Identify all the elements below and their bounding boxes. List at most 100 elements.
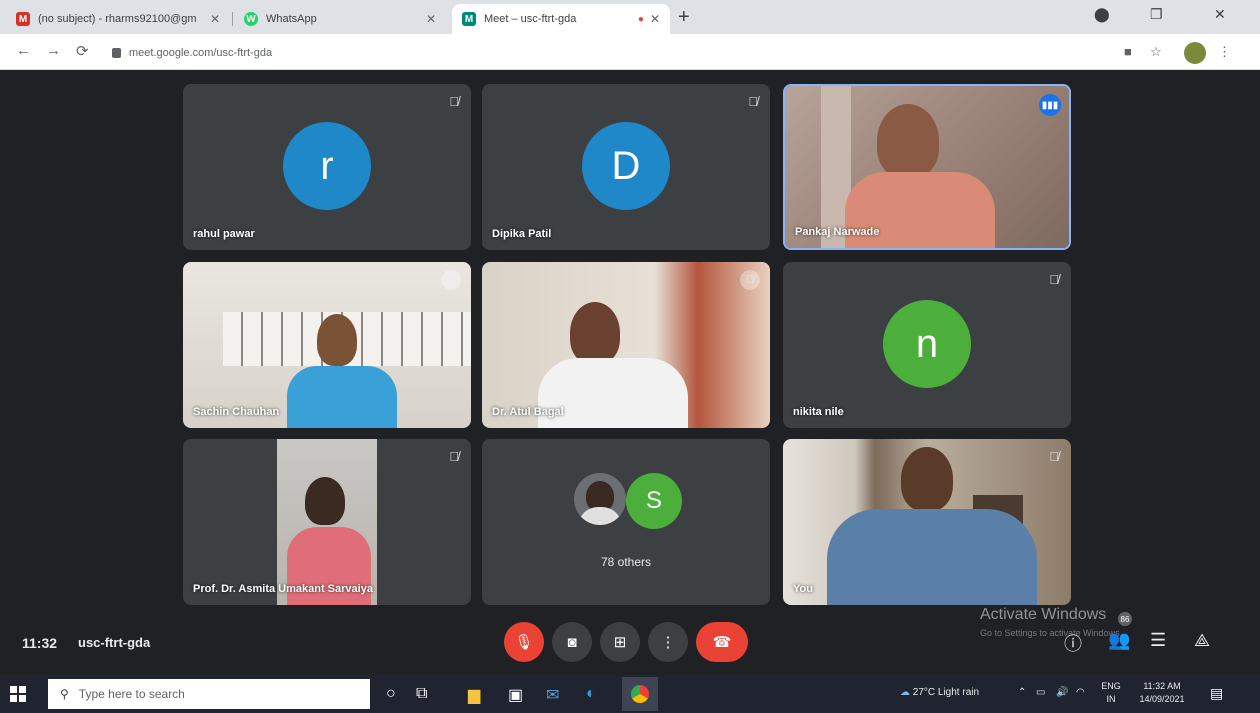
tab-meet[interactable]: M Meet – usc-ftrt-gda ● ✕ bbox=[452, 4, 670, 34]
people-icon[interactable]: 👥 bbox=[1108, 630, 1130, 651]
cortana-icon[interactable]: ○ bbox=[386, 685, 396, 703]
mic-off-icon: 🎙 bbox=[514, 634, 534, 651]
participant-tile[interactable]: 🎙̸ Sachin Chauhan bbox=[183, 262, 471, 428]
chrome-taskbar-button[interactable] bbox=[622, 677, 658, 711]
participant-name: nikita nile bbox=[793, 406, 844, 418]
mic-muted-icon: 🎙̸ bbox=[1049, 272, 1059, 287]
mic-muted-icon: 🎙̸ bbox=[1049, 449, 1059, 464]
file-explorer-icon[interactable]: ▆ bbox=[468, 685, 480, 705]
reload-icon[interactable]: ⟳ bbox=[76, 42, 89, 60]
chrome-icon bbox=[631, 685, 649, 703]
chat-icon[interactable]: ☰ bbox=[1150, 630, 1166, 651]
volume-icon[interactable]: 🔊 bbox=[1056, 687, 1068, 698]
end-call-button[interactable]: ☎ bbox=[696, 622, 748, 662]
participant-tile[interactable]: 🎙̸ Prof. Dr. Asmita Umakant Sarvaiya bbox=[183, 439, 471, 605]
recording-dot-icon: ● bbox=[637, 13, 644, 25]
browser-tab-bar: M (no subject) - rharms92100@gm ✕ W What… bbox=[0, 0, 1260, 34]
tray-chevron-icon[interactable]: ⌃ bbox=[1018, 687, 1026, 698]
participant-tile[interactable]: n 🎙̸ nikita nile bbox=[783, 262, 1071, 428]
new-tab-button[interactable]: + bbox=[678, 6, 690, 29]
cloud-rain-icon: ☁ bbox=[900, 687, 910, 698]
participant-name: Dipika Patil bbox=[492, 228, 552, 240]
forward-icon[interactable]: → bbox=[46, 42, 61, 59]
close-window-icon[interactable]: ✕ bbox=[1214, 6, 1226, 23]
participant-tile[interactable]: D 🎙̸ Dipika Patil bbox=[482, 84, 770, 250]
tab-title: WhatsApp bbox=[266, 13, 317, 25]
hang-up-icon: ☎ bbox=[712, 634, 732, 651]
store-icon[interactable]: ▣ bbox=[508, 685, 523, 705]
mic-toggle-button[interactable]: 🎙 bbox=[504, 622, 544, 662]
more-vert-icon: ⋮ bbox=[660, 634, 676, 651]
present-icon: ⊞ bbox=[613, 634, 627, 651]
search-icon: ⚲ bbox=[60, 687, 69, 701]
meeting-code: usc-ftrt-gda bbox=[78, 635, 151, 650]
others-tile[interactable]: S 78 others bbox=[482, 439, 770, 605]
meeting-details-icon[interactable]: ⓘ bbox=[1064, 630, 1082, 656]
participant-name: Prof. Dr. Asmita Umakant Sarvaiya bbox=[193, 583, 373, 595]
network-icon[interactable]: ▭ bbox=[1036, 687, 1045, 698]
speaking-indicator-icon: ▮▮▮ bbox=[1039, 94, 1061, 116]
close-tab-icon[interactable]: ✕ bbox=[210, 12, 220, 26]
mic-muted-icon: 🎙̸ bbox=[740, 270, 760, 290]
weather-widget[interactable]: ☁ 27°C Light rain bbox=[900, 687, 979, 698]
participant-name: rahul pawar bbox=[193, 228, 255, 240]
edge-icon[interactable]: ◐ bbox=[586, 685, 596, 703]
mic-muted-icon: 🎙̸ bbox=[449, 449, 459, 464]
bookmark-star-icon[interactable]: ☆ bbox=[1150, 44, 1162, 60]
tab-title: (no subject) - rharms92100@gm bbox=[38, 13, 197, 25]
meet-icon: M bbox=[462, 12, 476, 26]
activities-icon[interactable]: ⟁ bbox=[1194, 630, 1210, 651]
back-icon[interactable]: ← bbox=[16, 42, 31, 59]
activate-windows-subtitle: Go to Settings to activate Windows. bbox=[980, 628, 1123, 638]
url-field[interactable]: meet.google.com/usc-ftrt-gda bbox=[112, 42, 1112, 64]
avatar: D bbox=[582, 122, 670, 210]
avatar bbox=[574, 473, 626, 525]
self-view-tile[interactable]: 🎙̸ You bbox=[783, 439, 1071, 605]
search-placeholder: Type here to search bbox=[78, 687, 185, 701]
participant-tile[interactable]: r 🎙̸ rahul pawar bbox=[183, 84, 471, 250]
avatar: n bbox=[883, 300, 971, 388]
system-clock[interactable]: 11:32 AM 14/09/2021 bbox=[1132, 680, 1192, 706]
address-bar-row: ← → ⟳ meet.google.com/usc-ftrt-gda ■ ☆ ⋮ bbox=[0, 34, 1260, 70]
windows-start-icon[interactable] bbox=[10, 686, 26, 702]
close-tab-icon[interactable]: ✕ bbox=[650, 12, 660, 26]
taskbar-search-box[interactable]: ⚲ Type here to search bbox=[48, 679, 370, 709]
participant-tile-speaking[interactable]: ▮▮▮ Pankaj Narwade bbox=[783, 84, 1071, 250]
windows-taskbar: ⚲ Type here to search ○ ⧉ ▆ ▣ ✉ ◐ ☁ 27°C… bbox=[0, 675, 1260, 713]
url-text: meet.google.com/usc-ftrt-gda bbox=[129, 47, 273, 59]
camera-indicator-icon[interactable]: ■ bbox=[1124, 44, 1132, 59]
camera-toggle-button[interactable]: ◙ bbox=[552, 622, 592, 662]
present-screen-button[interactable]: ⊞ bbox=[600, 622, 640, 662]
mail-icon[interactable]: ✉ bbox=[546, 685, 559, 705]
kebab-menu-icon[interactable]: ⋮ bbox=[1218, 44, 1231, 60]
tab-title: Meet – usc-ftrt-gda bbox=[484, 13, 577, 25]
whatsapp-icon: W bbox=[244, 12, 258, 26]
activate-windows-watermark: Activate Windows bbox=[980, 606, 1107, 623]
clock-date: 14/09/2021 bbox=[1139, 694, 1185, 704]
weather-text: 27°C Light rain bbox=[912, 687, 980, 698]
task-view-icon[interactable]: ⧉ bbox=[416, 685, 427, 703]
mic-muted-icon: 🎙̸ bbox=[748, 94, 758, 109]
meeting-clock: 11:32 bbox=[22, 635, 58, 651]
more-options-button[interactable]: ⋮ bbox=[648, 622, 688, 662]
clock-time: 11:32 AM bbox=[1143, 681, 1181, 691]
video-feed bbox=[785, 86, 1069, 248]
camera-icon: ◙ bbox=[567, 633, 577, 651]
mic-muted-icon: 🎙̸ bbox=[441, 270, 461, 290]
notification-icon[interactable]: ▤ bbox=[1210, 685, 1223, 702]
participant-name: Dr. Atul Bagal bbox=[492, 406, 564, 418]
participant-name: You bbox=[793, 583, 813, 595]
input-language[interactable]: ENG IN bbox=[1098, 680, 1124, 706]
mic-muted-icon: 🎙̸ bbox=[449, 94, 459, 109]
restore-window-icon[interactable]: ❐ bbox=[1150, 6, 1163, 23]
wifi-icon[interactable]: ◠ bbox=[1076, 687, 1085, 698]
gmail-icon: M bbox=[16, 12, 30, 26]
tab-whatsapp[interactable]: W WhatsApp ✕ bbox=[234, 4, 446, 34]
close-tab-icon[interactable]: ✕ bbox=[426, 12, 436, 26]
tab-gmail[interactable]: M (no subject) - rharms92100@gm ✕ bbox=[6, 4, 230, 34]
profile-menu-icon[interactable]: ⬤ bbox=[1094, 6, 1110, 23]
video-feed bbox=[277, 439, 377, 605]
participant-name: Sachin Chauhan bbox=[193, 406, 280, 418]
participant-tile[interactable]: 🎙̸ Dr. Atul Bagal bbox=[482, 262, 770, 428]
profile-avatar[interactable] bbox=[1184, 42, 1206, 64]
